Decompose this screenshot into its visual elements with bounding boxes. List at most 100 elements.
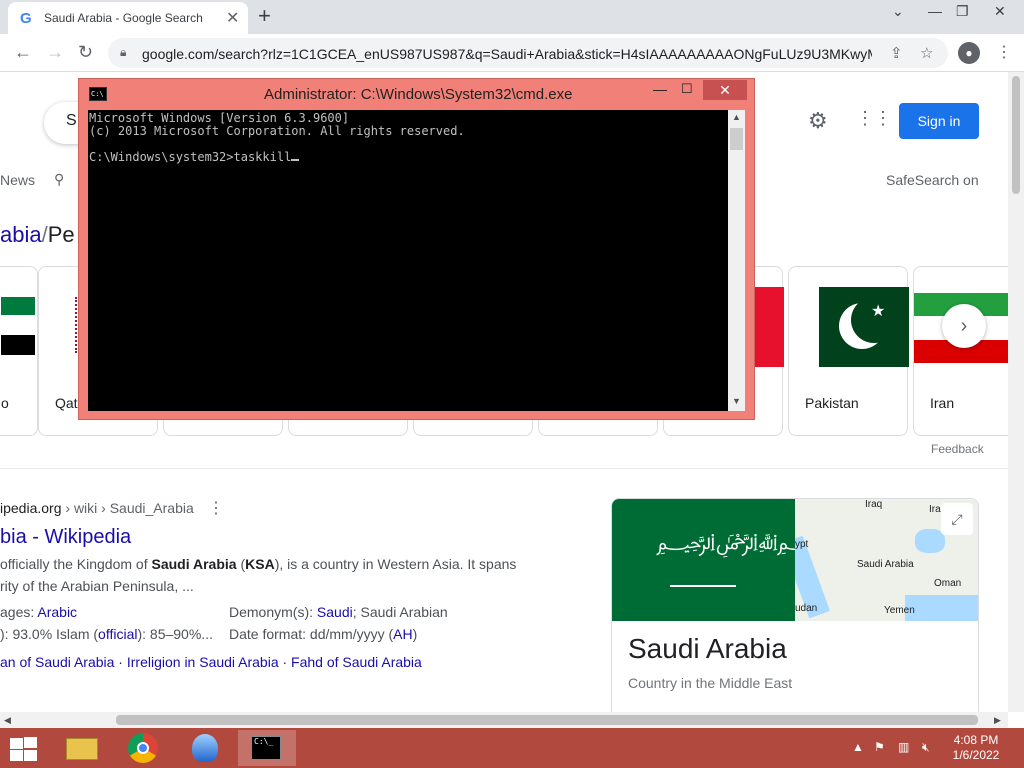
chevron-right-icon[interactable]: › — [942, 304, 986, 348]
carousel-card-iran[interactable]: Iran — [913, 266, 1008, 436]
window-close-icon[interactable]: ✕ — [994, 3, 1006, 20]
tab-search-chevron-icon[interactable]: ⌄ — [892, 3, 904, 20]
file-explorer-icon[interactable] — [54, 730, 110, 766]
window-minimize-icon[interactable]: — — [928, 3, 942, 19]
map-label: Oman — [934, 578, 962, 589]
url-text[interactable]: google.com/search?rlz=1C1GCEA_enUS987US9… — [142, 46, 872, 62]
cmd-maximize-button[interactable]: ☐ — [681, 81, 693, 97]
kp-subtitle: Country in the Middle East — [628, 675, 793, 691]
card-flag — [754, 287, 784, 367]
carousel-card-pakistan[interactable]: ★ Pakistan — [788, 266, 909, 436]
scroll-up-arrow-icon[interactable]: ▲ — [732, 112, 741, 122]
flag-sword — [670, 585, 736, 587]
cmd-glyph: C:\_ — [251, 736, 281, 760]
breadcrumb-parent[interactable]: abia — [0, 222, 42, 247]
fact-text: ) — [412, 626, 418, 642]
card-label: Pakistan — [805, 395, 859, 411]
tray-expand-icon[interactable]: ▲ — [852, 740, 864, 754]
reload-icon[interactable]: ↻ — [78, 42, 93, 63]
console-cursor — [291, 150, 300, 161]
star-icon[interactable]: ☆ — [920, 44, 933, 62]
snippet-bold: KSA — [245, 556, 275, 572]
forward-arrow-icon[interactable]: → — [46, 42, 64, 63]
cmd-minimize-button[interactable]: — — [653, 81, 667, 97]
browser-tab-active[interactable]: G Saudi Arabia - Google Search ✕ — [8, 2, 248, 34]
lock-icon[interactable]: 🔒︎ — [120, 45, 126, 60]
tab-news[interactable]: News — [0, 172, 35, 188]
feedback-link[interactable]: Feedback — [931, 442, 984, 456]
browser-tab-strip: G Saudi Arabia - Google Search ✕ + ⌄ — ❐… — [0, 0, 1024, 34]
tab-close-icon[interactable]: ✕ — [226, 8, 239, 28]
volume-muted-icon[interactable]: 🔇︎ — [922, 740, 930, 755]
saudi-flag-image[interactable]: ﷽ — [612, 499, 825, 621]
scrollbar-thumb[interactable] — [116, 715, 978, 725]
map-label: Yemen — [884, 605, 915, 616]
fact-text: ; Saudi Arabian — [352, 604, 448, 620]
fact-languages: ages: Arabic — [0, 604, 77, 620]
profile-icon[interactable]: ● — [958, 42, 980, 64]
clock-date: 1/6/2022 — [952, 748, 1000, 762]
cmd-scrollbar[interactable]: ▲ ▼ — [728, 110, 745, 411]
pakistan-flag: ★ — [819, 287, 909, 367]
cmd-taskbar-icon[interactable]: C:\_ — [238, 730, 296, 766]
expand-icon[interactable]: ⤢ — [941, 503, 973, 535]
fact-label: ages: — [0, 604, 38, 620]
flag-tray-icon[interactable]: ⚑ — [874, 740, 885, 754]
new-tab-button[interactable]: + — [258, 3, 271, 29]
kebab-menu-icon[interactable]: ⋮ — [996, 42, 1012, 62]
clock-time: 4:08 PM — [953, 733, 999, 747]
tab-title: Saudi Arabia - Google Search — [44, 11, 203, 25]
chrome-center — [137, 742, 149, 754]
taskbar: C:\_ ▲ ⚑ ▥ 🔇︎ 4:08 PM 1/6/2022 — [0, 728, 1024, 768]
map-label: Ira — [929, 504, 941, 515]
card-label: Qat — [55, 395, 78, 411]
cmd-icon[interactable]: C:\ — [89, 87, 107, 101]
folder-shape — [66, 738, 98, 760]
chrome-icon[interactable] — [116, 730, 172, 766]
address-bar[interactable]: 🔒︎ google.com/search?rlz=1C1GCEA_enUS987… — [108, 38, 948, 68]
scroll-left-arrow-icon[interactable]: ◀ — [4, 715, 11, 726]
google-favicon: G — [20, 10, 32, 27]
scrollbar-thumb[interactable] — [730, 128, 743, 150]
knowledge-panel: ﷽ Iraq Ira ypt Saudi Arabia Oman udan Ye… — [611, 498, 979, 712]
share-icon[interactable]: ⇪ — [890, 44, 903, 62]
cite-domain: ipedia.org — [0, 500, 62, 516]
cite-path: › wiki › Saudi_Arabia — [61, 500, 194, 516]
cmd-window[interactable]: C:\ Administrator: C:\Windows\System32\c… — [78, 78, 755, 420]
result-title-link[interactable]: bia - Wikipedia — [0, 526, 131, 549]
fact-link[interactable]: AH — [393, 626, 412, 642]
scroll-down-arrow-icon[interactable]: ▼ — [732, 396, 741, 406]
scrollbar-thumb[interactable] — [1012, 76, 1020, 194]
cmd-console[interactable]: Microsoft Windows [Version 6.3.9600] (c) … — [88, 110, 728, 411]
map-label: ypt — [795, 539, 809, 550]
back-arrow-icon[interactable]: ← — [14, 42, 32, 63]
windows-start-icon[interactable] — [8, 736, 38, 762]
location-pin-icon[interactable]: ⚲ — [54, 171, 64, 188]
fact-link[interactable]: official — [98, 626, 137, 642]
network-icon[interactable]: ▥ — [898, 740, 909, 754]
console-prompt-line[interactable]: C:\Windows\system32>taskkill — [89, 150, 728, 164]
breadcrumb: abia/Pe — [0, 222, 75, 248]
carousel-card[interactable]: o — [0, 266, 38, 436]
cmd-close-button[interactable]: ✕ — [703, 80, 747, 100]
vertical-scrollbar[interactable] — [1008, 72, 1024, 712]
result-kebab-icon[interactable]: ⋮ — [208, 498, 224, 518]
sign-in-button[interactable]: Sign in — [899, 103, 979, 139]
safesearch-toggle[interactable]: SafeSearch on — [886, 172, 979, 188]
console-line: Microsoft Windows [Version 6.3.9600] — [89, 111, 350, 125]
card-flag-stripe — [1, 315, 35, 335]
scroll-right-arrow-icon[interactable]: ▶ — [994, 715, 1001, 726]
window-restore-icon[interactable]: ❐ — [956, 3, 969, 20]
related-links[interactable]: an of Saudi Arabia · Irreligion in Saudi… — [0, 654, 422, 670]
result-cite[interactable]: ipedia.org › wiki › Saudi_Arabia — [0, 500, 194, 516]
fact-link[interactable]: Arabic — [37, 604, 77, 620]
card-label: o — [1, 395, 9, 411]
settings-gear-icon[interactable]: ⚙ — [808, 108, 828, 134]
breadcrumb-current: Pe — [47, 222, 75, 247]
start-pane — [24, 737, 37, 748]
horizontal-scrollbar[interactable]: ◀ ▶ — [0, 712, 1008, 728]
taskbar-clock[interactable]: 4:08 PM 1/6/2022 — [948, 733, 1004, 763]
fact-link[interactable]: Saudi — [317, 604, 353, 620]
console-line: (c) 2013 Microsoft Corporation. All righ… — [89, 123, 465, 138]
app-drop-icon[interactable] — [178, 730, 234, 766]
